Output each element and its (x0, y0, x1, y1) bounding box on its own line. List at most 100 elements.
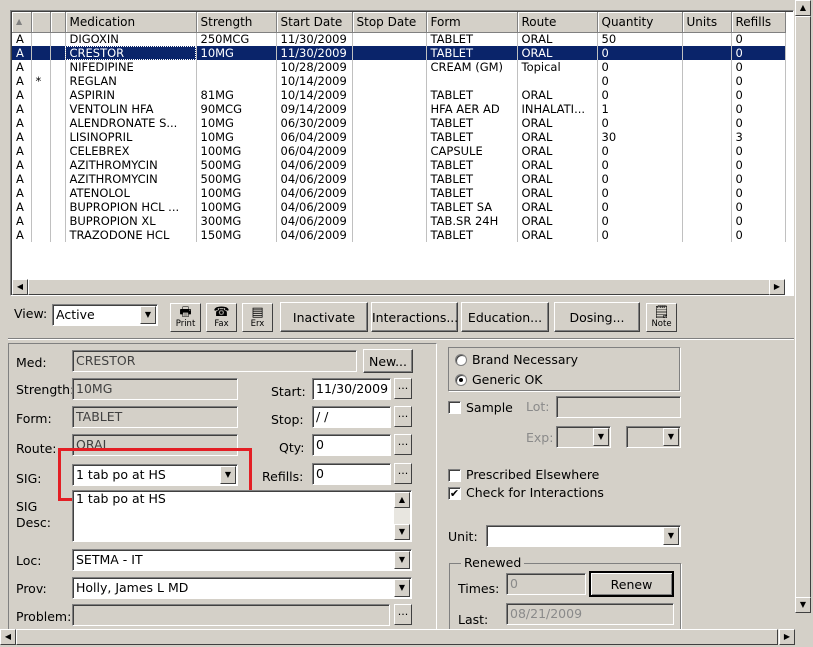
start-date-field[interactable]: 11/30/2009 (312, 378, 391, 400)
education-button[interactable]: Education... (461, 302, 549, 332)
table-cell (50, 214, 66, 228)
view-select[interactable]: Active ▼ (52, 304, 158, 326)
scroll-up-arrow-icon[interactable]: ▲ (795, 0, 811, 16)
new-med-button[interactable]: New... (363, 349, 413, 373)
table-row[interactable]: A TRAZODONE HCL 150MG 04/06/2009 TABLET ORAL 0… (12, 228, 786, 242)
scroll-down-arrow-icon[interactable]: ▼ (795, 597, 811, 613)
column-header[interactable] (50, 12, 66, 33)
fax-button[interactable]: ☎ Fax (206, 303, 237, 332)
column-header[interactable]: Units (682, 12, 732, 33)
table-row[interactable]: A ALENDRONATE S... 10MG 06/30/2009 TABLET ORA… (12, 116, 786, 130)
table-row[interactable]: A ATENOLOL 100MG 04/06/2009 TABLET ORAL 0 0 (12, 186, 786, 200)
renew-button[interactable]: Renew (589, 571, 674, 597)
chevron-down-icon[interactable]: ▼ (140, 306, 156, 324)
scroll-right-arrow-icon[interactable]: ▶ (769, 279, 785, 295)
qty-field[interactable]: 0 (312, 434, 391, 456)
table-row[interactable]: A BUPROPION HCL ... 100MG 04/06/2009 TABLET … (12, 200, 786, 214)
column-header[interactable]: Medication (65, 12, 197, 33)
column-header[interactable]: Route (517, 12, 598, 33)
medication-grid[interactable]: ▲ Medication Strength Start Date Stop Date Fo… (10, 10, 794, 296)
chevron-down-icon[interactable]: ▼ (593, 428, 609, 446)
refills-field[interactable]: 0 (312, 463, 391, 485)
window-vertical-scrollbar[interactable]: ▲ ▼ (795, 0, 811, 613)
table-row[interactable]: A AZITHROMYCIN 500MG 04/06/2009 TABLET ORAL 0 0 (12, 172, 786, 186)
stop-date-ellipsis-button[interactable]: ... (394, 406, 412, 427)
column-header[interactable]: Strength (196, 12, 277, 33)
problem-ellipsis-button[interactable]: ... (394, 604, 412, 625)
interactions-button[interactable]: Interactions... (371, 302, 458, 332)
prov-select[interactable]: Holly, James L MD ▼ (72, 577, 412, 599)
erx-button[interactable]: ▤ Erx (242, 303, 273, 332)
table-row[interactable]: A DIGOXIN 250MCG 11/30/2009 TABLET ORAL 50 0 (12, 32, 786, 46)
column-header[interactable]: Quantity (597, 12, 683, 33)
sort-header-icon[interactable]: ▲ (12, 12, 32, 33)
table-row[interactable]: A NIFEDIPINE 10/28/2009 CREAM (GM) Topical 0 0 (12, 60, 786, 74)
table-cell: TABLET (426, 172, 518, 186)
table-row[interactable]: A LISINOPRIL 10MG 06/04/2009 TABLET ORAL 30 3 (12, 130, 786, 144)
qty-ellipsis-button[interactable]: ... (394, 434, 412, 455)
chevron-down-icon[interactable]: ▼ (663, 428, 679, 446)
form-label: Form: (16, 411, 52, 426)
table-cell (682, 88, 732, 102)
print-button[interactable]: 🖶 Print (170, 303, 201, 332)
exp-label: Exp: (526, 430, 554, 445)
med-field[interactable]: CRESTOR (72, 350, 357, 372)
column-header[interactable] (31, 12, 51, 33)
scroll-right-arrow-icon[interactable]: ▶ (779, 629, 795, 645)
prescribed-elsewhere-checkbox[interactable] (448, 469, 461, 482)
scroll-thumb[interactable] (795, 16, 811, 600)
checkmark-icon: ✔ (449, 487, 460, 500)
column-header[interactable]: Stop Date (352, 12, 427, 33)
scroll-up-arrow-icon[interactable]: ▲ (394, 492, 410, 508)
table-row[interactable]: A CELEBREX 100MG 06/04/2009 CAPSULE ORAL 0 0 (12, 144, 786, 158)
chevron-down-icon[interactable]: ▼ (394, 551, 410, 569)
table-cell: ATENOLOL (65, 186, 197, 200)
problem-field[interactable] (72, 604, 390, 626)
table-cell (352, 228, 427, 242)
table-cell: 0 (597, 144, 683, 158)
table-cell: 0 (731, 214, 786, 228)
table-row[interactable]: A AZITHROMYCIN 500MG 04/06/2009 TABLET ORAL 0 0 (12, 158, 786, 172)
scroll-left-arrow-icon[interactable]: ◀ (12, 279, 28, 295)
exp-year-select[interactable]: ▼ (626, 426, 681, 448)
form-field[interactable]: TABLET (72, 406, 238, 428)
scroll-down-arrow-icon[interactable]: ▼ (394, 524, 410, 540)
window-horizontal-scrollbar[interactable]: ◀ ▶ (0, 629, 795, 645)
start-date-ellipsis-button[interactable]: ... (394, 378, 412, 399)
column-header[interactable]: Refills (731, 12, 786, 33)
sig-desc-scrollbar[interactable]: ▲ ▼ (394, 492, 410, 540)
scroll-thumb[interactable] (16, 629, 778, 645)
sig-desc-textarea[interactable]: 1 tab po at HS ▲ ▼ (72, 490, 412, 542)
column-header[interactable]: Form (426, 12, 518, 33)
stop-date-field[interactable]: / / (312, 406, 391, 428)
scroll-thumb[interactable] (28, 279, 770, 295)
check-interactions-checkbox[interactable]: ✔ (448, 487, 461, 500)
chevron-down-icon[interactable]: ▼ (663, 527, 679, 545)
note-button[interactable]: 🗒 Note (646, 303, 677, 332)
times-field[interactable]: 0 (506, 573, 586, 595)
grid-horizontal-scrollbar[interactable]: ◀ ▶ (12, 279, 785, 295)
inactivate-button[interactable]: Inactivate (280, 302, 368, 332)
last-renewed-field[interactable]: 08/21/2009 (506, 603, 674, 625)
column-header[interactable]: Start Date (276, 12, 353, 33)
brand-necessary-radio[interactable] (455, 354, 467, 366)
table-row[interactable]: A VENTOLIN HFA 90MCG 09/14/2009 HFA AER AD IN… (12, 102, 786, 116)
chevron-down-icon[interactable]: ▼ (394, 579, 410, 597)
exp-month-select[interactable]: ▼ (556, 426, 611, 448)
dosing-button[interactable]: Dosing... (554, 302, 640, 332)
scroll-left-arrow-icon[interactable]: ◀ (0, 629, 16, 645)
loc-select[interactable]: SETMA - IT ▼ (72, 549, 412, 571)
table-cell: 0 (731, 144, 786, 158)
table-row[interactable]: A * REGLAN 10/14/2009 0 0 (12, 74, 786, 88)
table-cell: 0 (731, 60, 786, 74)
refills-ellipsis-button[interactable]: ... (394, 463, 412, 484)
generic-ok-radio[interactable] (455, 374, 467, 386)
table-row[interactable]: A ASPIRIN 81MG 10/14/2009 TABLET ORAL 0 0 (12, 88, 786, 102)
table-row[interactable]: A CRESTOR 10MG 11/30/2009 TABLET ORAL 0 0 (12, 46, 786, 60)
strength-field[interactable]: 10MG (72, 378, 238, 400)
table-row[interactable]: A BUPROPION XL 300MG 04/06/2009 TAB.SR 24H OR… (12, 214, 786, 228)
table-cell: 0 (731, 200, 786, 214)
lot-field[interactable] (556, 396, 681, 418)
unit-select[interactable]: ▼ (486, 525, 681, 547)
sample-checkbox[interactable] (448, 401, 461, 414)
